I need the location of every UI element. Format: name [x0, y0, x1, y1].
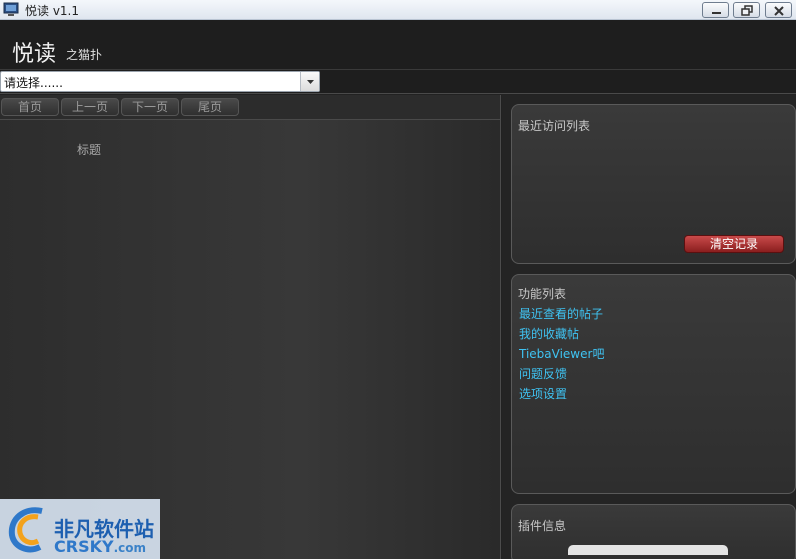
close-icon — [774, 6, 784, 16]
post-list-pane: 首页 上一页 下一页 尾页 标题 — [0, 95, 501, 559]
recent-visits-panel: 最近访问列表 清空记录 — [511, 104, 796, 264]
last-page-button[interactable]: 尾页 — [181, 98, 239, 116]
watermark-domain: CRSKY.com — [54, 537, 146, 556]
function-item-favorites[interactable]: 我的收藏帖 — [519, 325, 604, 345]
site-watermark: 非凡软件站 CRSKY.com — [0, 499, 160, 559]
window-title: 悦读 v1.1 — [25, 4, 80, 18]
pager-toolbar: 首页 上一页 下一页 尾页 — [0, 95, 500, 120]
side-panel: 最近访问列表 清空记录 功能列表 最近查看的帖子 我的收藏帖 TiebaView… — [502, 95, 796, 559]
app-header: 悦读 之猫扑 — [0, 20, 796, 70]
watermark-domain-name: CRSKY — [54, 537, 114, 556]
watermark-domain-suffix: .com — [113, 541, 146, 555]
first-page-button[interactable]: 首页 — [1, 98, 59, 116]
selector-row: 请选择...... — [0, 70, 796, 94]
prev-page-button[interactable]: 上一页 — [61, 98, 119, 116]
brand-title: 悦读 — [12, 42, 57, 67]
title-column-header[interactable]: 标题 — [77, 141, 101, 158]
plugin-info-bar — [568, 545, 728, 555]
plugin-info-panel: 插件信息 — [511, 504, 796, 559]
function-item-tiebaviewer[interactable]: TiebaViewer吧 — [519, 345, 604, 365]
close-button[interactable] — [765, 2, 792, 18]
minimize-button[interactable] — [702, 2, 729, 18]
function-list-title: 功能列表 — [518, 287, 567, 301]
chevron-down-icon[interactable] — [300, 72, 319, 91]
plugin-info-title: 插件信息 — [518, 519, 567, 533]
function-item-feedback[interactable]: 问题反馈 — [519, 365, 604, 385]
source-select-value: 请选择...... — [4, 76, 63, 90]
recent-visits-title: 最近访问列表 — [518, 119, 591, 133]
minimize-icon — [712, 12, 721, 14]
function-list: 最近查看的帖子 我的收藏帖 TiebaViewer吧 问题反馈 选项设置 — [519, 305, 604, 405]
restore-button[interactable] — [733, 2, 760, 18]
restore-icon — [741, 5, 753, 16]
function-list-panel: 功能列表 最近查看的帖子 我的收藏帖 TiebaViewer吧 问题反馈 选项设… — [511, 274, 796, 494]
next-page-button[interactable]: 下一页 — [121, 98, 179, 116]
crsky-logo-icon — [4, 503, 52, 558]
function-item-settings[interactable]: 选项设置 — [519, 385, 604, 405]
brand-subtitle: 之猫扑 — [66, 48, 103, 62]
monitor-app-icon — [3, 2, 19, 17]
function-item-recent-posts[interactable]: 最近查看的帖子 — [519, 305, 604, 325]
window-titlebar: 悦读 v1.1 — [0, 0, 796, 20]
source-select[interactable]: 请选择...... — [0, 71, 320, 92]
clear-history-button[interactable]: 清空记录 — [684, 235, 784, 253]
